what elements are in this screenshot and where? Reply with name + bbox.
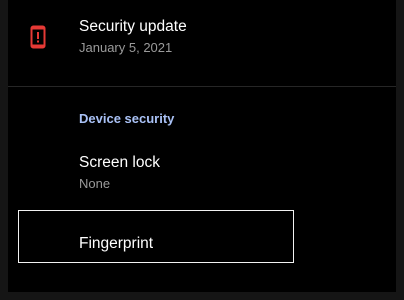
section-divider (8, 86, 396, 87)
security-update-title: Security update (79, 18, 187, 35)
settings-screen: Security update January 5, 2021 Device s… (0, 0, 404, 300)
screen-lock-row[interactable]: Screen lock None (8, 146, 396, 202)
screen-lock-value: None (79, 176, 111, 191)
security-update-row[interactable]: Security update January 5, 2021 (8, 0, 396, 78)
phone-alert-icon (30, 25, 46, 49)
bottom-edge (0, 292, 404, 300)
fingerprint-title: Fingerprint (79, 235, 154, 252)
security-update-date: January 5, 2021 (79, 40, 173, 55)
device-security-header: Device security (79, 111, 175, 126)
screen-lock-title: Screen lock (79, 154, 160, 171)
fingerprint-row[interactable]: Fingerprint (18, 210, 294, 263)
left-edge (0, 0, 8, 300)
right-edge (396, 0, 404, 300)
